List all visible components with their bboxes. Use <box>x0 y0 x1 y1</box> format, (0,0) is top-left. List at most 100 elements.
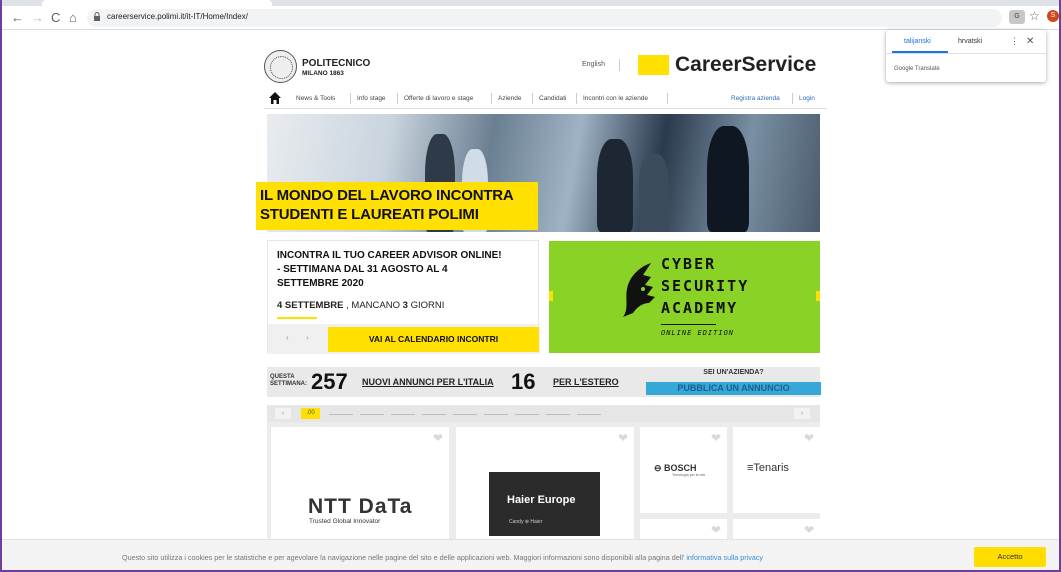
banner-left-edge <box>549 291 553 301</box>
site-title[interactable]: CareerService <box>675 53 816 77</box>
banner-subtitle: ONLINE EDITION <box>661 329 735 337</box>
publish-listing-button[interactable]: PUBBLICA UN ANNUNCIO <box>646 382 821 395</box>
translate-lang-source[interactable]: talijanski <box>904 38 931 45</box>
nav-item-news-tools[interactable]: News & Tools <box>296 95 335 102</box>
hero-person-silhouette <box>597 139 633 232</box>
login-link[interactable]: Login <box>799 95 815 102</box>
carousel-page-dash[interactable] <box>422 414 446 415</box>
nav-divider <box>667 93 668 104</box>
browser-toolbar: ← → C ⌂ careerservice.polimi.it/it-IT/Ho… <box>2 0 1059 30</box>
event-title-line-1[interactable]: INCONTRA IL TUO CAREER ADVISOR ONLINE! <box>277 250 502 261</box>
carousel-page-dash[interactable] <box>515 414 539 415</box>
event-controls: ‹ › VAI AL CALENDARIO INCONTRI <box>268 324 540 354</box>
bookmark-star-icon[interactable]: ☆ <box>1029 9 1040 23</box>
company-card-haier[interactable]: ❤ Haier Europe Candy ⊕ Haier <box>456 427 634 540</box>
event-date-separator: , MANCANO <box>343 300 403 311</box>
nav-item-offerte[interactable]: Offerte di lavoro e stage <box>404 95 473 102</box>
ntt-data-tagline: Trusted Global Innovator <box>309 518 381 525</box>
carousel-page-dash[interactable] <box>391 414 415 415</box>
nav-divider <box>350 93 351 104</box>
more-vert-icon[interactable]: ⋮ <box>1010 36 1019 47</box>
company-card[interactable]: ❤ <box>733 519 820 540</box>
forward-icon[interactable]: → <box>31 11 44 25</box>
main-nav: News & Tools Info stage Offerte di lavor… <box>264 89 827 109</box>
weekly-stats-bar: QUESTA SETTIMANA: 257 NUOVI ANNUNCI PER L… <box>267 367 821 397</box>
carousel-page-dash[interactable] <box>453 414 477 415</box>
lock-icon <box>94 12 100 21</box>
company-card[interactable]: ❤ <box>640 519 727 540</box>
banner-rule <box>661 324 716 325</box>
profile-avatar[interactable]: S <box>1047 10 1059 22</box>
register-company-link[interactable]: Registra azienda <box>731 95 780 102</box>
logo-name: POLITECNICO <box>302 58 371 69</box>
company-question: SEI UN'AZIENDA? <box>703 369 764 376</box>
carousel-page-dash[interactable] <box>484 414 508 415</box>
heart-icon[interactable]: ❤ <box>711 431 721 445</box>
carousel-page-dash[interactable] <box>546 414 570 415</box>
active-tab[interactable] <box>42 0 272 6</box>
hero-caption-line-2: STUDENTI E LAUREATI POLIMI <box>260 206 479 223</box>
bosch-tagline: Tecnologia per la vita <box>672 473 705 477</box>
company-card-tenaris[interactable]: ❤ ≡Tenaris <box>733 427 820 513</box>
nav-item-incontri[interactable]: Incontri con le aziende <box>583 95 648 102</box>
translate-popup: talijanski hrvatski ⋮ ✕ Google Translate <box>886 30 1046 82</box>
company-carousel: ‹ .00 › ❤ NTT DaTa Trusted Global Innova… <box>267 405 820 540</box>
accept-cookies-button[interactable]: Accetto <box>974 547 1046 567</box>
back-icon[interactable]: ← <box>11 11 24 25</box>
carousel-prev-icon[interactable]: ‹ <box>275 408 291 419</box>
carousel-next-icon[interactable]: › <box>794 408 810 419</box>
carousel-page-dash[interactable] <box>329 414 353 415</box>
haier-name: Haier Europe <box>507 494 576 506</box>
carousel-page-dash[interactable] <box>577 414 601 415</box>
reload-icon[interactable]: C <box>51 11 60 25</box>
chevron-right-icon[interactable]: › <box>306 333 309 342</box>
banner-line-academy: ACADEMY <box>661 299 739 317</box>
privacy-link[interactable]: informativa sulla privacy <box>686 553 763 562</box>
heart-icon[interactable]: ❤ <box>433 431 443 445</box>
close-icon[interactable]: ✕ <box>1026 36 1034 47</box>
header-divider <box>619 59 620 71</box>
italy-count: 257 <box>311 369 348 394</box>
heart-icon[interactable]: ❤ <box>711 523 721 537</box>
company-card-bosch[interactable]: ❤ ⊖ BOSCH Tecnologia per la vita <box>640 427 727 513</box>
haier-logo: Haier Europe Candy ⊕ Haier <box>489 472 600 536</box>
cookie-banner: Questo sito utilizza i cookies per le st… <box>2 539 1059 570</box>
hero-caption-line-1: IL MONDO DEL LAVORO INCONTRA <box>260 187 514 204</box>
nav-item-info-stage[interactable]: Info stage <box>357 95 386 102</box>
week-label-line-1: QUESTA <box>270 374 295 380</box>
polimi-seal-icon <box>264 50 297 83</box>
language-switch-link[interactable]: English <box>582 61 605 68</box>
company-card-ntt-data[interactable]: ❤ NTT DaTa Trusted Global Innovator <box>271 427 449 540</box>
address-bar[interactable]: careerservice.polimi.it/it-IT/Home/Index… <box>87 9 1002 27</box>
translate-lang-target[interactable]: hrvatski <box>958 38 982 45</box>
carousel-controls: ‹ .00 › <box>267 405 820 422</box>
event-yellow-bar <box>277 317 317 319</box>
event-title-line-2[interactable]: - SETTIMANA DAL 31 AGOSTO AL 4 <box>277 264 448 275</box>
nav-divider <box>576 93 577 104</box>
logo-subtitle: MILANO 1863 <box>302 70 344 77</box>
home-button-icon[interactable]: ⌂ <box>69 11 77 25</box>
abroad-count: 16 <box>511 369 536 394</box>
chevron-left-icon[interactable]: ‹ <box>286 333 289 342</box>
tab-strip <box>2 0 1059 6</box>
translate-icon[interactable]: G <box>1009 10 1025 24</box>
abroad-listings-link[interactable]: PER L'ESTERO <box>553 377 619 387</box>
heart-icon[interactable]: ❤ <box>804 431 814 445</box>
nav-item-aziende[interactable]: Aziende <box>498 95 522 102</box>
italy-listings-link[interactable]: NUOVI ANNUNCI PER L'ITALIA <box>362 377 494 387</box>
nav-item-candidati[interactable]: Candidati <box>539 95 566 102</box>
tenaris-name: Tenaris <box>753 462 789 474</box>
home-icon[interactable] <box>268 91 282 105</box>
event-title-line-3[interactable]: SETTEMBRE 2020 <box>277 278 364 289</box>
browser-window: ← → C ⌂ careerservice.polimi.it/it-IT/Ho… <box>0 0 1061 572</box>
cyber-security-banner[interactable]: CYBER SECURITY ACADEMY ONLINE EDITION <box>549 241 820 353</box>
cookie-message: Questo sito utilizza i cookies per le st… <box>122 553 687 562</box>
banner-line-cyber: CYBER <box>661 255 717 273</box>
hero-person-silhouette <box>639 154 669 232</box>
calendar-button[interactable]: VAI AL CALENDARIO INCONTRI <box>328 327 539 352</box>
heart-icon[interactable]: ❤ <box>804 523 814 537</box>
popup-divider <box>886 53 1046 54</box>
carousel-page-dash[interactable] <box>360 414 384 415</box>
heart-icon[interactable]: ❤ <box>618 431 628 445</box>
carousel-page-active[interactable]: .00 <box>301 408 320 419</box>
